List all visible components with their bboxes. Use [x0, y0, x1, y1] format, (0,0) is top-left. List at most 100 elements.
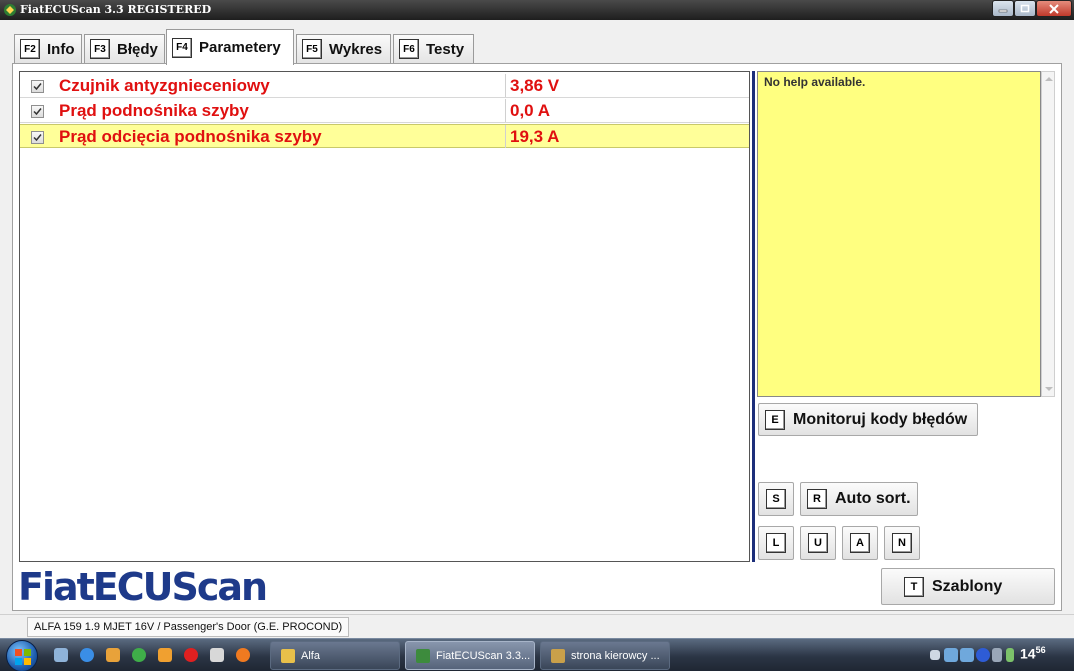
key-n: N — [892, 533, 912, 553]
a-button[interactable]: A — [842, 526, 878, 560]
f6-key: F6 — [399, 39, 419, 59]
refresh-app-icon[interactable] — [132, 648, 146, 662]
key-t: T — [904, 576, 924, 597]
maximize-button[interactable] — [1014, 0, 1036, 17]
parameter-checkbox[interactable] — [31, 105, 44, 118]
column-separator — [505, 74, 506, 97]
tab-label: Info — [47, 40, 75, 58]
key-r: R — [807, 489, 827, 509]
parameter-list[interactable]: Czujnik antyzgnieceniowy 3,86 V Prąd pod… — [19, 71, 750, 562]
column-separator — [505, 125, 506, 148]
help-scrollbar[interactable] — [1041, 71, 1055, 397]
parameter-name: Czujnik antyzgnieceniowy — [59, 76, 270, 95]
monitor-dtc-button[interactable]: E Monitoruj kody błędów — [758, 403, 978, 436]
help-text: No help available. — [764, 75, 866, 89]
start-button[interactable] — [6, 640, 38, 671]
tab-parametery[interactable]: F4 Parametery — [166, 29, 294, 65]
column-separator — [505, 99, 506, 122]
scroll-up-icon[interactable] — [1045, 77, 1053, 81]
minimize-button[interactable] — [992, 0, 1014, 17]
vehicle-module-status: ALFA 159 1.9 MJET 16V / Passenger's Door… — [27, 617, 350, 637]
parameter-name: Prąd podnośnika szyby — [59, 101, 249, 120]
tab-wykres[interactable]: F5 Wykres — [296, 34, 391, 63]
tab-label: Błędy — [117, 40, 158, 58]
clock-minutes: 56 — [1035, 645, 1046, 655]
messenger-icon[interactable] — [158, 648, 172, 662]
folder-icon — [281, 648, 295, 663]
tab-testy[interactable]: F6 Testy — [393, 34, 474, 63]
task-label: strona kierowcy ... — [571, 649, 660, 662]
key-l: L — [766, 533, 786, 553]
close-icon — [1049, 3, 1059, 14]
f2-key: F2 — [20, 39, 40, 59]
taskbar-clock[interactable]: 1456 — [1020, 645, 1046, 662]
auto-sort-label: Auto sort. — [835, 490, 911, 507]
f4-key: F4 — [172, 37, 192, 58]
parameter-value: 0,0 A — [510, 101, 551, 120]
task-label: Alfa — [301, 649, 320, 662]
taskbar-item-alfa[interactable]: Alfa — [270, 641, 400, 670]
key-u: U — [808, 533, 828, 553]
media-icon[interactable] — [210, 648, 224, 662]
tab-label: Parametery — [199, 39, 281, 56]
tray-expand-icon[interactable] — [930, 650, 940, 660]
scroll-down-icon[interactable] — [1045, 387, 1053, 391]
auto-sort-button[interactable]: R Auto sort. — [800, 482, 918, 516]
parameter-row[interactable]: Czujnik antyzgnieceniowy 3,86 V — [20, 74, 749, 98]
fiatecuscan-icon — [416, 648, 430, 663]
fiatecuscan-logo: FiatECUScan — [18, 565, 268, 609]
taskbar: Alfa FiatECUScan 3.3... strona kierowcy … — [0, 638, 1074, 671]
taskbar-item-paint[interactable]: strona kierowcy ... — [540, 641, 670, 670]
network-icon[interactable] — [944, 648, 958, 662]
tab-info[interactable]: F2 Info — [14, 34, 82, 63]
tab-label: Testy — [426, 40, 465, 58]
minimize-icon — [998, 9, 1008, 12]
parameter-checkbox[interactable] — [31, 80, 44, 93]
restore-icon — [1020, 4, 1030, 13]
tab-bledy[interactable]: F3 Błędy — [84, 34, 165, 63]
key-e: E — [765, 409, 785, 430]
f5-key: F5 — [302, 39, 322, 59]
key-s: S — [766, 489, 786, 509]
title-bar: FiatECUScan 3.3 REGISTERED — [0, 0, 1074, 20]
parameter-row-selected[interactable]: Prąd odcięcia podnośnika szyby 19,3 A — [20, 124, 749, 148]
templates-button[interactable]: T Szablony — [881, 568, 1055, 605]
help-panel: No help available. — [757, 71, 1041, 397]
parameter-row[interactable]: Prąd podnośnika szyby 0,0 A — [20, 99, 749, 123]
firefox-icon[interactable] — [236, 648, 250, 662]
parameter-checkbox[interactable] — [31, 131, 44, 144]
key-a: A — [850, 533, 870, 553]
taskbar-item-fiatecuscan[interactable]: FiatECUScan 3.3... — [405, 641, 535, 670]
opera-icon[interactable] — [184, 648, 198, 662]
checkmark-icon — [33, 108, 42, 116]
app-icon — [4, 4, 16, 16]
templates-label: Szablony — [932, 577, 1003, 595]
f3-key: F3 — [90, 39, 110, 59]
tab-label: Wykres — [329, 40, 383, 58]
app-launcher-icon[interactable] — [106, 648, 120, 662]
battery-icon[interactable] — [1006, 648, 1014, 662]
clock-hour: 14 — [1020, 645, 1036, 662]
checkmark-icon — [33, 83, 42, 91]
panel-splitter[interactable] — [752, 71, 755, 562]
l-button[interactable]: L — [758, 526, 794, 560]
parameter-name: Prąd odcięcia podnośnika szyby — [59, 127, 322, 146]
show-desktop-icon[interactable] — [54, 648, 68, 662]
bluetooth-icon[interactable] — [976, 648, 990, 662]
parameter-value: 3,86 V — [510, 76, 560, 95]
monitor-dtc-label: Monitoruj kody błędów — [793, 410, 968, 428]
paint-icon — [551, 648, 565, 663]
parameter-value: 19,3 A — [510, 127, 560, 146]
checkmark-icon — [33, 134, 42, 142]
task-label: FiatECUScan 3.3... — [436, 649, 531, 662]
s-button[interactable]: S — [758, 482, 794, 516]
close-button[interactable] — [1036, 0, 1072, 17]
volume-icon[interactable] — [992, 648, 1002, 662]
u-button[interactable]: U — [800, 526, 836, 560]
window-title: FiatECUScan 3.3 REGISTERED — [20, 3, 212, 16]
status-bar: ALFA 159 1.9 MJET 16V / Passenger's Door… — [0, 614, 1074, 638]
n-button[interactable]: N — [884, 526, 920, 560]
internet-explorer-icon[interactable] — [80, 648, 94, 662]
network-icon-2[interactable] — [960, 648, 974, 662]
windows-logo-icon — [15, 649, 31, 665]
